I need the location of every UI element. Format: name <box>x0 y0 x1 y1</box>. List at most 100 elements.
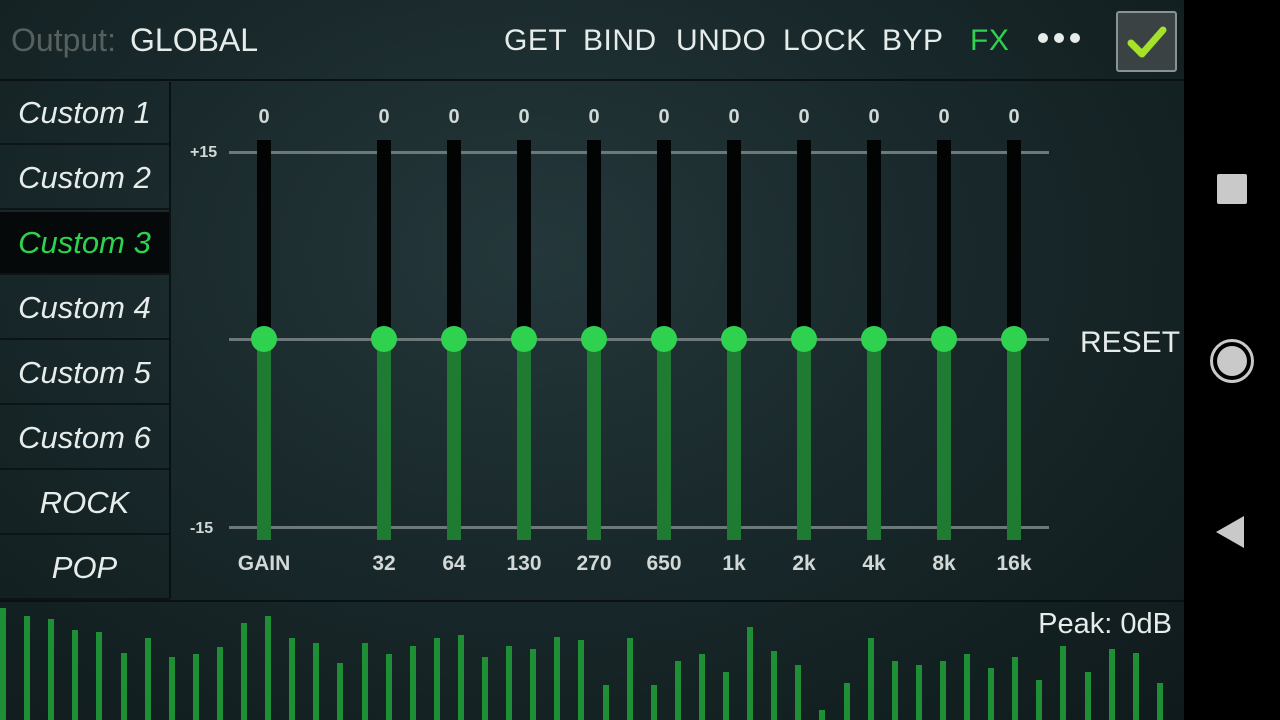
reset-button[interactable]: RESET <box>1080 326 1180 360</box>
band-slider-thumb[interactable] <box>511 326 537 352</box>
get-button[interactable]: GET <box>504 24 567 58</box>
spectrum-bar <box>313 643 320 720</box>
band-slider-thumb[interactable] <box>791 326 817 352</box>
confirm-button[interactable] <box>1116 11 1177 72</box>
band-slider-thumb[interactable] <box>1001 326 1027 352</box>
spectrum-bar <box>1132 653 1139 720</box>
top-bar: Output: GLOBAL GET BIND UNDO LOCK BYP FX <box>0 0 1184 81</box>
fx-button[interactable]: FX <box>970 24 1009 58</box>
spectrum-bar <box>409 646 416 720</box>
band-frequency-label: 32 <box>372 552 396 575</box>
preset-item[interactable]: Custom 2 <box>0 147 169 210</box>
band-slider-thumb[interactable] <box>371 326 397 352</box>
band-slider-thumb[interactable] <box>651 326 677 352</box>
band-slider-fill <box>377 339 391 540</box>
preset-label: Custom 1 <box>18 94 151 130</box>
spectrum-bar <box>1156 683 1163 720</box>
spectrum-bar <box>120 653 127 720</box>
spectrum-bar <box>747 627 754 720</box>
band-slider-thumb[interactable] <box>721 326 747 352</box>
band-value: 0 <box>938 106 950 128</box>
band-slider-fill <box>257 339 271 540</box>
checkmark-icon <box>1127 26 1166 57</box>
band-slider-thumb[interactable] <box>861 326 887 352</box>
equalizer-panel: +15 -15 0 GAIN 0 32 0 64 0 130 0 270 0 650 0 1k 0 2k 0 4k… <box>172 82 1184 599</box>
preset-label: Custom 4 <box>18 289 151 325</box>
band-slider-thumb[interactable] <box>251 326 277 352</box>
spectrum-bar <box>1036 680 1043 720</box>
band-value: 0 <box>588 106 600 128</box>
output-selector[interactable]: GLOBAL <box>130 22 258 59</box>
bind-button[interactable]: BIND <box>583 24 657 58</box>
spectrum-bar <box>674 661 681 720</box>
spectrum-analyzer: Peak: 0dB <box>0 600 1184 720</box>
spectrum-bar <box>964 654 970 720</box>
spectrum-bar <box>795 665 802 720</box>
spectrum-bar <box>771 651 778 720</box>
spectrum-bar <box>48 619 55 720</box>
spectrum-bar <box>241 623 247 720</box>
home-circle-icon[interactable] <box>1210 339 1254 383</box>
output-label: Output: <box>11 22 116 58</box>
band-frequency-label: 2k <box>792 552 816 575</box>
more-horizontal-icon[interactable] <box>1038 33 1080 43</box>
spectrum-bar <box>819 710 826 720</box>
recents-square-icon[interactable] <box>1217 174 1247 204</box>
preset-label: Custom 5 <box>18 354 151 390</box>
preset-label: Custom 2 <box>18 159 151 195</box>
spectrum-bar <box>433 638 440 720</box>
preset-item-selected[interactable]: Custom 3 <box>0 212 169 275</box>
band-frequency-label: 270 <box>576 552 612 575</box>
spectrum-bar <box>192 654 199 720</box>
spectrum-bar <box>891 661 898 720</box>
spectrum-bar <box>626 638 633 720</box>
band-slider-fill <box>517 339 531 540</box>
band-value: 0 <box>448 106 460 128</box>
back-triangle-icon[interactable] <box>1216 516 1244 548</box>
preset-item[interactable]: Custom 5 <box>0 342 169 405</box>
preset-item[interactable]: ROCK <box>0 472 169 535</box>
band-value: 0 <box>518 106 530 128</box>
band-frequency-label: 650 <box>646 552 682 575</box>
spectrum-bar <box>144 638 151 720</box>
band-slider-thumb[interactable] <box>931 326 957 352</box>
band-slider-fill <box>587 339 601 540</box>
band-frequency-label: 130 <box>506 552 542 575</box>
equalizer-app: Output: GLOBAL GET BIND UNDO LOCK BYP FX… <box>0 0 1184 720</box>
preset-item[interactable]: Custom 1 <box>0 82 169 145</box>
band-slider-thumb[interactable] <box>581 326 607 352</box>
band-slider-thumb[interactable] <box>441 326 467 352</box>
spectrum-bar <box>554 637 561 720</box>
lock-button[interactable]: LOCK <box>783 24 867 58</box>
preset-list: Custom 1 Custom 2 Custom 3 Custom 4 Cust… <box>0 82 171 600</box>
spectrum-bar <box>96 632 103 720</box>
band-value: 0 <box>1008 106 1020 128</box>
spectrum-bar <box>506 646 513 720</box>
android-nav-bar <box>1184 0 1280 720</box>
preset-item[interactable]: Custom 6 <box>0 407 169 470</box>
spectrum-bar <box>988 668 995 720</box>
band-slider-fill <box>937 339 951 540</box>
home-inner-icon <box>1217 346 1247 376</box>
spectrum-bar <box>265 616 272 720</box>
bypass-button[interactable]: BYP <box>882 24 944 58</box>
preset-item[interactable]: Custom 4 <box>0 277 169 340</box>
band-value: 0 <box>658 106 670 128</box>
scale-min-label: -15 <box>190 520 214 537</box>
preset-label: ROCK <box>39 484 130 520</box>
undo-button[interactable]: UNDO <box>676 24 766 58</box>
band-slider-fill <box>657 339 671 540</box>
spectrum-bar <box>168 657 175 720</box>
scale-max-label: +15 <box>190 144 218 161</box>
spectrum-bar <box>337 663 344 720</box>
band-frequency-label: 4k <box>862 552 886 575</box>
preset-item[interactable]: POP <box>0 537 169 600</box>
band-slider-fill <box>797 339 811 540</box>
spectrum-bar <box>385 654 392 720</box>
band-frequency-label: 1k <box>722 552 746 575</box>
spectrum-bar <box>289 638 296 720</box>
spectrum-bar <box>457 635 464 720</box>
preset-label: Custom 3 <box>18 224 151 260</box>
band-frequency-label: 16k <box>996 552 1032 575</box>
band-frequency-label: GAIN <box>237 552 291 575</box>
